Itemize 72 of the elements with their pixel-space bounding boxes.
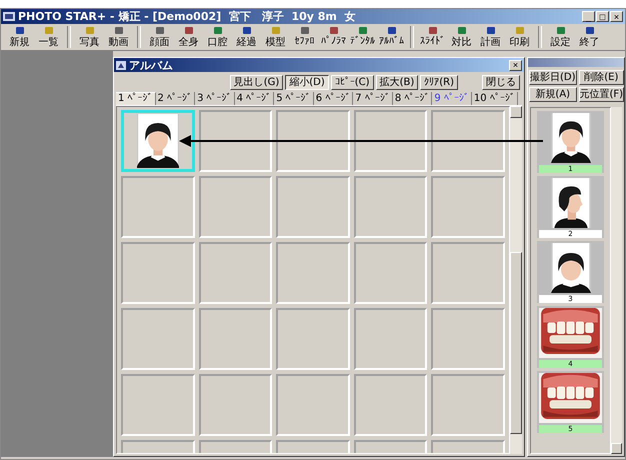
close-button[interactable]: 閉じる [482, 75, 520, 90]
toolbar-button[interactable]: 終了 [575, 26, 604, 48]
toolbar-button[interactable]: 経過 [232, 26, 261, 48]
square-icon [212, 26, 222, 34]
page-tab[interactable]: 5 ﾍﾟｰｼﾞ [274, 92, 314, 105]
page-tab[interactable]: 2 ﾍﾟｰｼﾞ [156, 92, 196, 105]
square-icon [242, 26, 252, 34]
square-icon [184, 26, 194, 34]
panel-button[interactable]: 削除(E) [578, 70, 624, 85]
square-icon [386, 26, 396, 34]
toolbar-button[interactable]: ｱﾙﾊﾞﾑ [377, 26, 406, 48]
square-icon [556, 26, 566, 34]
page-tab[interactable]: 3 ﾍﾟｰｼﾞ [195, 92, 235, 105]
close-button[interactable]: × [509, 60, 522, 70]
toolbar-button[interactable]: ｽﾗｲﾄﾞ [418, 26, 447, 48]
page-tab[interactable]: 1 ﾍﾟｰｼﾞ [116, 92, 156, 105]
toolbar-button[interactable]: 対比 [447, 26, 476, 48]
toolbar-button[interactable]: 模型 [261, 26, 290, 48]
toolbar-button[interactable]: 印刷 [505, 26, 534, 48]
panel-button[interactable]: 撮影日(D) [529, 70, 577, 85]
panel-button[interactable]: 新規(A) [529, 87, 577, 102]
page-tab[interactable]: 7 ﾍﾟｰｼﾞ [353, 92, 393, 105]
close-button[interactable]: × [610, 11, 623, 22]
square-icon [456, 26, 466, 34]
toolbar-button[interactable]: 拡大(B) [376, 75, 418, 90]
square-icon [428, 26, 438, 34]
window-title: アルバム [129, 58, 173, 72]
page-tab[interactable]: 6 ﾍﾟｰｼﾞ [314, 92, 354, 105]
toolbar-button[interactable]: ﾃﾞﾝﾀﾙ [348, 26, 377, 48]
page-tab[interactable]: 4 ﾍﾟｰｼﾞ [234, 92, 274, 105]
toolbar-button[interactable]: 計画 [476, 26, 505, 48]
square-icon [486, 26, 496, 34]
maximize-button[interactable]: □ [596, 11, 609, 22]
toolbar-button[interactable]: ｾﾌｧﾛ [290, 26, 319, 48]
toolbar-button[interactable]: 新規 [5, 26, 34, 48]
square-icon [300, 26, 310, 34]
square-icon [114, 26, 124, 34]
app-icon [3, 12, 15, 21]
square-icon [328, 26, 338, 34]
toolbar-button[interactable]: 口腔 [203, 26, 232, 48]
scrollbar[interactable] [510, 106, 522, 454]
page-tab[interactable]: 8 ﾍﾟｰｼﾞ [392, 92, 432, 105]
square-icon [514, 26, 524, 34]
toolbar-button[interactable]: ｺﾋﾟｰ(C) [330, 75, 374, 90]
window-title: PHOTO STAR+ - 矯正 - [Demo002] 宮下 淳子 10y 8m 女 [18, 9, 356, 24]
square-icon [270, 26, 280, 34]
app-icon [116, 60, 126, 70]
panel-button[interactable]: 元位置(F) [578, 87, 624, 102]
square-icon [358, 26, 368, 34]
photo-slot[interactable] [121, 110, 195, 172]
toolbar-button[interactable]: 顔面 [145, 26, 174, 48]
toolbar-button[interactable]: ﾊﾟﾉﾗﾏ [319, 26, 348, 48]
square-icon [44, 26, 54, 34]
page-tab[interactable]: 10 ﾍﾟｰｼﾞ [472, 92, 518, 105]
page-tab[interactable]: 9 ﾍﾟｰｼﾞ [432, 92, 472, 105]
empty-slot[interactable] [198, 110, 272, 172]
toolbar-button[interactable]: 全身 [174, 26, 203, 48]
empty-slot[interactable] [354, 110, 428, 172]
toolbar-button[interactable]: 動画 [104, 26, 133, 48]
square-icon [154, 26, 164, 34]
square-icon [584, 26, 594, 34]
toolbar-button[interactable]: 設定 [546, 26, 575, 48]
square-icon [14, 26, 24, 34]
toolbar-button[interactable]: 写真 [75, 26, 104, 48]
empty-slot[interactable] [431, 110, 505, 172]
toolbar-button[interactable]: 縮小(D) [285, 75, 329, 90]
empty-slot[interactable] [276, 110, 350, 172]
toolbar-button[interactable]: 見出し(G) [230, 75, 284, 90]
square-icon [84, 26, 94, 34]
scrollbar[interactable] [611, 107, 622, 454]
toolbar-button[interactable]: 一覧 [34, 26, 63, 48]
toolbar-button[interactable]: ｸﾘｱ(R) [420, 75, 458, 90]
